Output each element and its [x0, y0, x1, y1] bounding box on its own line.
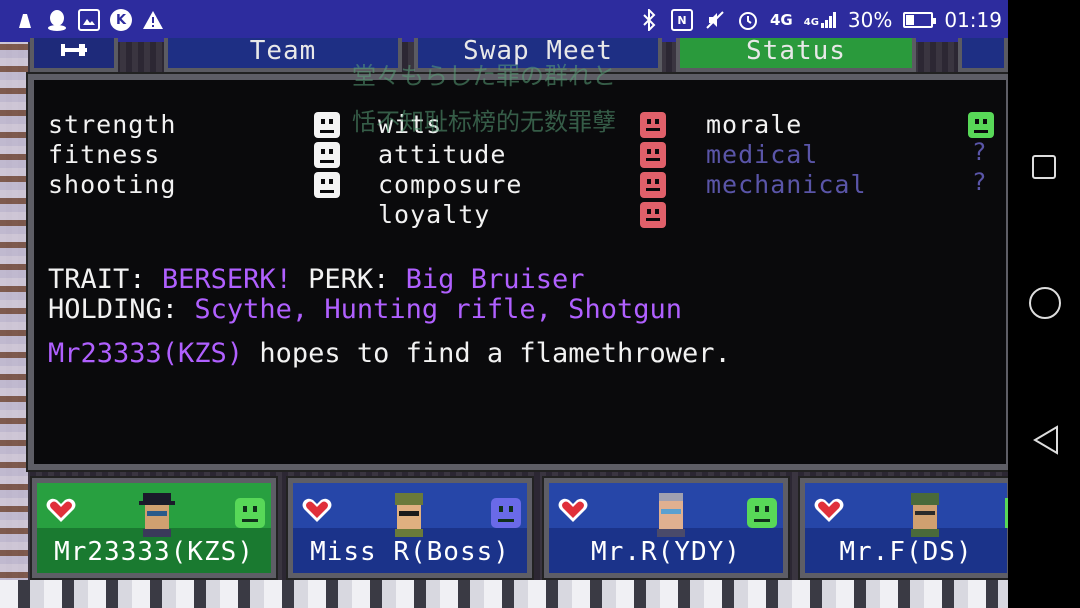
cleaner-icon [14, 9, 36, 31]
heart-icon [302, 498, 332, 522]
trait-label: TRAIT: [48, 264, 146, 295]
party-member-name: Miss R(Boss) [310, 537, 510, 567]
tab-more[interactable] [958, 38, 1008, 72]
stat-shooting: shooting [48, 170, 177, 199]
stat-strength: strength [48, 110, 177, 139]
back-arrow-icon [61, 44, 87, 56]
stat-loyalty: loyalty [378, 200, 491, 229]
angry-face-icon [640, 142, 666, 168]
stat-mechanical: mechanical [706, 170, 867, 199]
battery-icon [903, 12, 937, 28]
happy-mood-icon [747, 498, 777, 528]
back-button[interactable] [30, 38, 118, 72]
happy-mood-icon [235, 498, 265, 528]
survivor-avatar [911, 493, 939, 537]
alarm-icon [737, 9, 759, 31]
survivor-avatar [395, 493, 423, 537]
party-card[interactable]: Mr23333(KZS) [30, 476, 278, 580]
happy-face-icon [968, 112, 994, 138]
watermark-line-2: 恬不知耻标榜的无数罪孽 [352, 108, 616, 136]
perk-label: PERK: [308, 264, 390, 295]
party-card[interactable]: Mr.F(DS) [798, 476, 1014, 580]
gallery-icon [78, 9, 100, 31]
hope-text: hopes to find a flamethrower. [259, 338, 731, 369]
party-member-name: Mr.F(DS) [839, 537, 973, 567]
party-member-name: Mr.R(YDY) [591, 537, 741, 567]
back-triangle-icon[interactable] [1032, 424, 1060, 456]
angry-face-icon [640, 202, 666, 228]
trait-line: TRAIT: BERSERK! PERK: Big Bruiser [48, 264, 584, 295]
neutral-face-icon [314, 112, 340, 138]
stat-attitude: attitude [378, 140, 507, 169]
battery-percent: 30% [847, 8, 893, 32]
holding-line: HOLDING: Scythe, Hunting rifle, Shotgun [48, 294, 682, 325]
unknown-icon: ? [972, 138, 987, 166]
angry-face-icon [640, 172, 666, 198]
party-card[interactable]: Mr.R(YDY) [542, 476, 790, 580]
holding-label: HOLDING: [48, 294, 179, 325]
qq-icon [46, 9, 68, 31]
k-app-icon: K [110, 9, 132, 31]
unknown-icon: ? [972, 168, 987, 196]
neutral-face-icon [314, 142, 340, 168]
heart-icon [46, 498, 76, 522]
stat-composure: composure [378, 170, 523, 199]
perk-value: Big Bruiser [405, 264, 585, 295]
holding-value: Scythe, Hunting rifle, Shotgun [194, 294, 682, 325]
survivor-avatar [657, 493, 685, 537]
home-icon[interactable] [1029, 287, 1061, 319]
signal-icon: 4G [804, 12, 837, 28]
heart-icon [814, 498, 844, 522]
nfc-icon: N [670, 9, 693, 31]
bluetooth-icon [638, 9, 660, 31]
angry-face-icon [640, 112, 666, 138]
tab-status[interactable]: Status [676, 38, 916, 72]
warning-icon [142, 9, 164, 31]
party-card[interactable]: Miss R(Boss) [286, 476, 534, 580]
stat-fitness: fitness [48, 140, 161, 169]
mute-icon [704, 9, 726, 31]
trait-value: BERSERK! [161, 264, 292, 295]
hope-name: Mr23333(KZS) [48, 338, 244, 369]
map-ground [0, 580, 1008, 608]
heart-icon [558, 498, 588, 522]
stat-morale: morale [706, 110, 803, 139]
watermark-line-1: 堂々もらした罪の群れと [352, 62, 616, 90]
neutral-mood-icon [491, 498, 521, 528]
stat-medical: medical [706, 140, 819, 169]
recent-apps-icon[interactable] [1032, 155, 1056, 179]
party-member-name: Mr23333(KZS) [54, 537, 254, 567]
neutral-face-icon [314, 172, 340, 198]
survivor-avatar [139, 493, 175, 537]
hope-line: Mr23333(KZS) hopes to find a flamethrowe… [48, 338, 731, 369]
clock: 01:19 [944, 8, 1002, 32]
map-edge [0, 42, 28, 608]
network-type: 4G [769, 11, 793, 29]
status-panel: strength fitness shooting wits attitude … [26, 62, 1014, 472]
